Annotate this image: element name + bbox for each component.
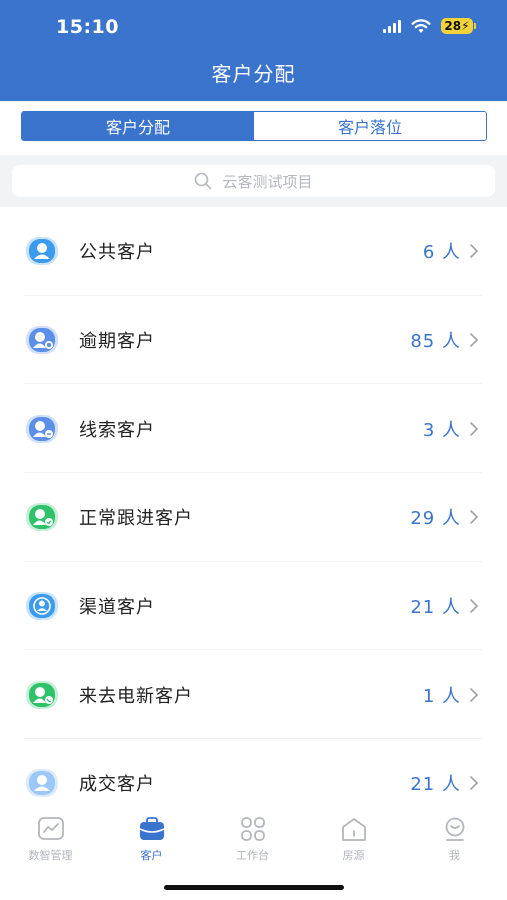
following-customer-icon [26, 503, 58, 532]
list-item-count: 6 人 [422, 242, 461, 264]
list-item-label: 公共客户 [79, 242, 155, 264]
chevron-right-icon [470, 333, 479, 347]
tab-customers[interactable]: 客户 [101, 816, 202, 863]
lead-customer-icon [26, 414, 58, 443]
list-item-public-customers[interactable]: 公共客户 6 人 [0, 207, 507, 296]
battery-icon: 28 ⚡ [441, 18, 476, 34]
chevron-right-icon [470, 510, 479, 525]
segment-area: 客户分配 客户落位 [0, 101, 507, 155]
list-item-label: 逾期客户 [79, 331, 155, 353]
tab-customer-placement[interactable]: 客户落位 [254, 112, 486, 140]
list-item-label: 线索客户 [79, 419, 155, 441]
status-time: 15:10 [56, 16, 119, 38]
house-icon [341, 818, 366, 841]
list-item-count: 3 人 [422, 419, 461, 441]
app-header: 15:10 28 ⚡ 客户分配 [0, 0, 507, 101]
tab-data-management[interactable]: 数智管理 [0, 816, 101, 863]
list-item-label: 来去电新客户 [79, 685, 193, 707]
tab-me[interactable]: 我 [404, 816, 505, 863]
list-item-channel-customers[interactable]: 渠道客户 21 人 [0, 562, 507, 651]
search-input[interactable]: 云客测试项目 [12, 165, 495, 197]
chevron-right-icon [470, 599, 479, 613]
tab-workbench[interactable]: 工作台 [202, 816, 303, 863]
list-item-count: 21 人 [410, 597, 461, 619]
tab-customer-allocation[interactable]: 客户分配 [22, 112, 254, 140]
tab-label: 数智管理 [28, 849, 73, 862]
channel-customer-icon [26, 592, 58, 621]
list-item-count: 21 人 [410, 774, 461, 796]
tab-label: 房源 [342, 849, 365, 862]
customer-allocation-screen: 15:10 28 ⚡ 客户分配 客户分配 客户落位 云客测试项目 公共客户 6 … [0, 0, 507, 900]
cellular-signal-icon [383, 19, 401, 33]
search-icon [195, 172, 212, 190]
home-indicator[interactable] [164, 885, 344, 890]
customer-group-list: 公共客户 6 人 逾期客户 85 人 线索客户 3 人 正常跟进客户 29 人 … [0, 207, 507, 828]
list-item-call-customers[interactable]: 来去电新客户 1 人 [0, 650, 507, 739]
list-item-label: 渠道客户 [79, 597, 155, 619]
status-bar: 15:10 28 ⚡ [0, 0, 507, 56]
segmented-control: 客户分配 客户落位 [21, 111, 487, 141]
tab-label: 工作台 [236, 849, 269, 862]
tab-label: 我 [449, 849, 460, 862]
tab-listings[interactable]: 房源 [303, 816, 404, 863]
page-title: 客户分配 [211, 62, 296, 86]
battery-level: 28 [444, 19, 462, 33]
search-area: 云客测试项目 [0, 155, 507, 207]
chevron-right-icon [470, 421, 479, 436]
chevron-right-icon [470, 244, 479, 259]
list-item-count: 29 人 [410, 508, 461, 530]
status-icons: 28 ⚡ [383, 18, 476, 34]
list-item-count: 1 人 [422, 685, 461, 707]
chevron-right-icon [470, 687, 479, 702]
list-item-lead-customers[interactable]: 线索客户 3 人 [0, 384, 507, 473]
chevron-right-icon [470, 776, 479, 791]
list-item-following-customers[interactable]: 正常跟进客户 29 人 [0, 473, 507, 562]
overdue-customer-icon [26, 326, 58, 355]
chart-icon [37, 817, 64, 840]
grid-icon [240, 817, 265, 841]
search-placeholder: 云客测试项目 [222, 172, 313, 191]
list-item-label: 成交客户 [79, 774, 155, 796]
briefcase-icon [139, 817, 164, 840]
tab-label: 客户 [140, 849, 163, 862]
list-item-count: 85 人 [410, 331, 461, 353]
list-item-label: 正常跟进客户 [79, 508, 193, 530]
wifi-icon [411, 18, 431, 33]
profile-icon [445, 817, 464, 841]
customer-avatar-icon [26, 237, 58, 266]
list-item-overdue-customers[interactable]: 逾期客户 85 人 [0, 296, 507, 385]
call-customer-icon [26, 680, 58, 709]
deal-customer-icon [26, 769, 58, 798]
